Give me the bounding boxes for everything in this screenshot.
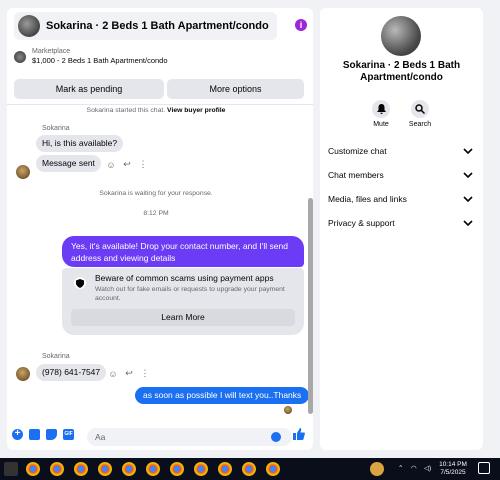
browser-icon[interactable] [122, 462, 136, 476]
marketplace-listing[interactable]: Marketplace $1,000 - 2 Beds 1 Bath Apart… [14, 48, 168, 65]
notification-icon[interactable] [478, 462, 490, 474]
mute-label: Mute [373, 121, 389, 128]
browser-icon[interactable] [218, 462, 232, 476]
outgoing-message[interactable]: Yes, it's available! Drop your contact n… [62, 236, 304, 267]
plus-icon[interactable]: + [12, 429, 23, 440]
message-actions: ☺ ↩ ⋮ [106, 159, 148, 170]
browser-icon[interactable] [146, 462, 160, 476]
message-bubble[interactable]: Hi, is this available? [36, 135, 124, 152]
react-icon[interactable]: ☺ [106, 160, 116, 170]
started-note: Sokarina started this chat. View buyer p… [7, 107, 305, 114]
clock-date: 7/5/2025 [440, 469, 466, 476]
chat-thumbnail [18, 15, 40, 37]
sticker-icon[interactable] [46, 429, 57, 440]
chevron-down-icon [463, 172, 473, 178]
chat-header[interactable]: Sokarina · 2 Beds 1 Bath Apartment/condo [14, 12, 277, 40]
more-options-button[interactable]: More options [167, 79, 304, 99]
browser-icon[interactable] [170, 462, 184, 476]
scrollbar-thumb[interactable] [308, 198, 313, 414]
warning-title: Beware of common scams using payment app… [95, 273, 274, 283]
customize-chat-row[interactable]: Customize chat [328, 144, 473, 158]
photo-icon[interactable] [29, 429, 40, 440]
started-note-text: Sokarina started this chat. [86, 107, 166, 114]
learn-more-button[interactable]: Learn More [71, 309, 295, 326]
sender-name: Sokarina [42, 125, 70, 132]
media-files-row[interactable]: Media, files and links [328, 192, 473, 206]
gif-icon[interactable]: GIF [63, 429, 74, 440]
browser-icon[interactable] [266, 462, 280, 476]
row-label: Privacy & support [328, 218, 395, 228]
chevron-down-icon [463, 148, 473, 154]
row-label: Chat members [328, 170, 384, 180]
info-icon[interactable]: i [295, 19, 307, 31]
browser-icon[interactable] [26, 462, 40, 476]
more-icon[interactable]: ⋮ [138, 159, 148, 170]
more-icon[interactable]: ⋮ [140, 368, 150, 379]
row-label: Media, files and links [328, 194, 407, 204]
mute-button[interactable]: Mute [361, 100, 401, 128]
shield-icon [74, 277, 86, 289]
marketplace-item: $1,000 - 2 Beds 1 Bath Apartment/condo [32, 56, 168, 65]
search-icon [411, 100, 429, 118]
wifi-icon[interactable]: ◠ [411, 465, 417, 473]
chat-members-row[interactable]: Chat members [328, 168, 473, 182]
view-buyer-profile-link[interactable]: View buyer profile [167, 107, 225, 114]
profile-thumbnail [381, 16, 421, 56]
profile-name: Sokarina · 2 Beds 1 Bath Apartment/condo [342, 60, 461, 83]
privacy-support-row[interactable]: Privacy & support [328, 216, 473, 230]
mark-pending-button[interactable]: Mark as pending [14, 79, 164, 99]
search-button[interactable]: Search [400, 100, 440, 128]
header-divider [7, 104, 313, 105]
message-input[interactable]: Aa [87, 428, 292, 446]
scrollbar[interactable] [308, 108, 313, 414]
seen-avatar [284, 406, 292, 414]
chat-panel: Sokarina · 2 Beds 1 Bath Apartment/condo… [7, 8, 313, 450]
browser-icon[interactable] [242, 462, 256, 476]
volume-icon[interactable]: ◁) [424, 465, 431, 473]
info-panel: Sokarina · 2 Beds 1 Bath Apartment/condo… [320, 8, 483, 450]
browser-icon[interactable] [50, 462, 64, 476]
clock-time: 10:14 PM [439, 461, 467, 468]
emoji-icon[interactable] [271, 432, 281, 442]
thumbs-up-icon[interactable] [293, 428, 305, 440]
sender-avatar[interactable] [16, 165, 30, 179]
chevron-up-icon[interactable]: ⌃ [398, 465, 403, 473]
react-icon[interactable]: ☺ [108, 369, 118, 379]
browser-icon[interactable] [74, 462, 88, 476]
chevron-down-icon [463, 220, 473, 226]
browser-icon[interactable] [98, 462, 112, 476]
listing-thumbnail [14, 50, 26, 63]
chevron-down-icon [463, 196, 473, 202]
row-label: Customize chat [328, 146, 387, 156]
warning-description: Watch out for fake emails or requests to… [95, 286, 285, 302]
sender-name: Sokarina [42, 353, 70, 360]
chat-title: Sokarina · 2 Beds 1 Bath Apartment/condo [46, 20, 269, 32]
outgoing-message[interactable]: as soon as possible I will text you..Tha… [135, 387, 310, 404]
reply-icon[interactable]: ↩ [124, 368, 134, 379]
waiting-note: Sokarina is waiting for your response. [99, 190, 213, 197]
search-label: Search [408, 121, 432, 128]
message-bubble[interactable]: Message sent [36, 155, 101, 172]
sender-avatar[interactable] [16, 367, 30, 381]
bell-icon [372, 100, 390, 118]
reply-icon[interactable]: ↩ [122, 159, 132, 170]
browser-icon[interactable] [194, 462, 208, 476]
timestamp: 8:12 PM [143, 210, 169, 217]
scam-warning-card: Beware of common scams using payment app… [62, 268, 304, 335]
app-icon[interactable] [4, 462, 18, 476]
message-actions: ☺ ↩ ⋮ [108, 368, 150, 379]
message-bubble[interactable]: (978) 641-7547 [36, 364, 107, 381]
weather-icon[interactable] [370, 462, 384, 476]
marketplace-label: Marketplace [32, 48, 71, 55]
system-clock[interactable]: 10:14 PM 7/5/2025 [439, 461, 467, 477]
taskbar: ⌃ ◠ ◁) 10:14 PM 7/5/2025 [0, 458, 500, 480]
